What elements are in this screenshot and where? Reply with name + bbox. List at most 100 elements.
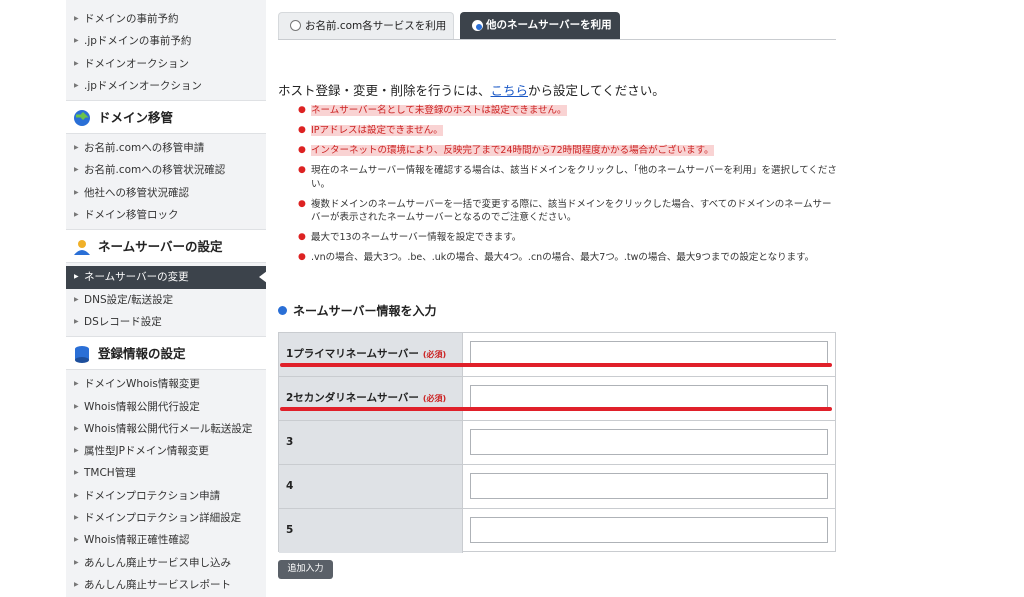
tab-onamae-services[interactable]: お名前.com各サービスを利用 — [278, 12, 454, 39]
sidebar-item-label: あんしん廃止サービス申し込み — [84, 556, 231, 569]
sidebar-item-label: ドメインプロテクション申請 — [84, 489, 221, 502]
bullet-dot-icon: ● — [298, 165, 306, 175]
sidebar-item-label: 他社への移管状況確認 — [84, 186, 189, 199]
row-label: 5 — [279, 509, 463, 553]
sidebar-item-whois-change[interactable]: ▶ ドメインWhois情報変更 — [66, 373, 266, 395]
host-settings-link[interactable]: こちら — [491, 83, 529, 98]
sidebar-item-ds-record[interactable]: ▶ DSレコード設定 — [66, 311, 266, 333]
bullet-icon: ▶ — [74, 295, 79, 303]
sidebar-item-tmch[interactable]: ▶ TMCH管理 — [66, 462, 266, 484]
bullet-dot-icon: ● — [298, 125, 306, 135]
bullet-icon: ▶ — [74, 188, 79, 196]
row-label: 3 — [279, 421, 463, 464]
sidebar-item-whois-mail-forward[interactable]: ▶ Whois情報公開代行メール転送設定 — [66, 418, 266, 440]
row-label: 1プライマリネームサーバー (必須) — [279, 333, 463, 376]
form-section-title: ネームサーバー情報を入力 — [278, 302, 437, 319]
section-title: 登録情報の設定 — [98, 346, 186, 362]
tab-label: お名前.com各サービスを利用 — [305, 20, 447, 32]
sidebar-item-transfer-lock[interactable]: ▶ ドメイン移管ロック — [66, 204, 266, 226]
note-item: ● .vnの場合、最大3つ。.be、.ukの場合、最大4つ。.cnの場合、最大7つ… — [298, 252, 815, 263]
sidebar-item-label: ドメインの事前予約 — [84, 13, 179, 25]
nameserver-3-input[interactable] — [470, 429, 828, 455]
sidebar-item-nameserver-change[interactable]: ▶ ネームサーバーの変更 — [66, 266, 266, 289]
note-item: ● インターネットの環境により、反映完了まで24時間から72時間程度かかる場合がご… — [298, 145, 714, 156]
sidebar-item-anshin-report[interactable]: ▶ あんしん廃止サービスレポート — [66, 574, 266, 596]
notes-list: ● ネームサーバー名として未登録のホストは設定できません。 ● IPアドレスは設定で… — [298, 104, 838, 271]
sidebar-item-label: .jpドメインの事前予約 — [84, 35, 192, 48]
sidebar-item-protection-detail[interactable]: ▶ ドメインプロテクション詳細設定 — [66, 507, 266, 529]
globe-arrow-icon — [74, 110, 90, 127]
sidebar-item-label: お名前.comへの移管申請 — [84, 142, 205, 155]
required-badge: (必須) — [422, 350, 447, 359]
table-row: 5 — [279, 509, 835, 553]
form-title-text: ネームサーバー情報を入力 — [293, 304, 437, 318]
sidebar-item-label: TMCH管理 — [84, 467, 136, 480]
bullet-icon: ▶ — [74, 144, 79, 152]
sidebar-item-label: 属性型JPドメイン情報変更 — [84, 445, 209, 458]
sidebar-item-jp-auction[interactable]: ▶ .jpドメインオークション — [66, 75, 266, 97]
sidebar-item-label: ドメインプロテクション詳細設定 — [84, 512, 242, 525]
bullet-icon: ▶ — [74, 402, 79, 410]
intro-text: ホスト登録・変更・削除を行うには、こちらから設定してください。 — [278, 80, 665, 99]
tab-label: 他のネームサーバーを利用 — [486, 19, 612, 31]
section-head-nameserver: ネームサーバーの設定 — [66, 229, 266, 264]
table-row: 1プライマリネームサーバー (必須) — [279, 333, 835, 377]
blue-dot-icon — [278, 306, 287, 315]
note-item: ● 最大で13のネームサーバー情報を設定できます。 — [298, 232, 522, 243]
bullet-icon: ▶ — [74, 469, 79, 477]
nameserver-5-input[interactable] — [470, 517, 828, 543]
note-item: ● IPアドレスは設定できません。 — [298, 125, 443, 136]
sidebar-item-other-transfer-status[interactable]: ▶ 他社への移管状況確認 — [66, 182, 266, 204]
row-label: 4 — [279, 465, 463, 508]
radio-checked-icon[interactable] — [472, 20, 483, 31]
sidebar-item-jp-info-change[interactable]: ▶ 属性型JPドメイン情報変更 — [66, 440, 266, 462]
sidebar-item-label: .jpドメインオークション — [84, 79, 202, 92]
sidebar-item-label: Whois情報正確性確認 — [84, 534, 190, 547]
sidebar-item-domain-auction[interactable]: ▶ ドメインオークション — [66, 53, 266, 75]
note-item: ● 複数ドメインのネームサーバーを一括で変更する際に、該当ドメインをクリックした場… — [298, 198, 832, 224]
intro-after: から設定してください。 — [528, 83, 665, 98]
bullet-icon: ▶ — [74, 81, 79, 89]
sidebar-item-label: ネームサーバーの変更 — [84, 271, 189, 284]
sidebar-top-spacer — [66, 0, 266, 8]
sidebar-item-whois-accuracy[interactable]: ▶ Whois情報正確性確認 — [66, 529, 266, 551]
sidebar-item-label: ドメインWhois情報変更 — [84, 378, 200, 391]
database-icon — [75, 346, 89, 364]
sidebar-item-transfer-apply[interactable]: ▶ お名前.comへの移管申請 — [66, 137, 266, 159]
sidebar-item-jp-preorder[interactable]: ▶ .jpドメインの事前予約 — [66, 30, 266, 52]
nameserver-tabs: お名前.com各サービスを利用 他のネームサーバーを利用 — [278, 12, 836, 40]
tab-other-nameserver[interactable]: 他のネームサーバーを利用 — [460, 12, 620, 39]
bullet-icon: ▶ — [74, 59, 79, 67]
sidebar-item-transfer-status[interactable]: ▶ お名前.comへの移管状況確認 — [66, 159, 266, 181]
bullet-icon: ▶ — [74, 15, 79, 22]
bullet-icon: ▶ — [74, 514, 79, 522]
sidebar-item-label: Whois情報公開代行設定 — [84, 400, 200, 413]
bullet-icon: ▶ — [74, 580, 79, 588]
sidebar-item-label: お名前.comへの移管状況確認 — [84, 164, 226, 177]
table-row: 3 — [279, 421, 835, 465]
bullet-icon: ▶ — [74, 380, 79, 388]
sidebar: ▶ ドメインの事前予約 ▶ .jpドメインの事前予約 ▶ ドメインオークション ▶ .j… — [66, 0, 266, 597]
sidebar-item-whois-proxy[interactable]: ▶ Whois情報公開代行設定 — [66, 396, 266, 418]
radio-unchecked-icon[interactable] — [290, 20, 301, 31]
bullet-icon: ▶ — [74, 424, 79, 432]
add-input-button[interactable]: 追加入力 — [278, 560, 333, 579]
sidebar-item-label: あんしん廃止サービスレポート — [84, 578, 231, 591]
section-title: ドメイン移管 — [98, 110, 174, 126]
bullet-dot-icon: ● — [298, 105, 306, 115]
section-head-transfer: ドメイン移管 — [66, 100, 266, 135]
bullet-dot-icon: ● — [298, 198, 306, 209]
sidebar-item-domain-preorder[interactable]: ▶ ドメインの事前予約 — [66, 8, 266, 30]
server-user-icon — [74, 240, 90, 256]
sidebar-item-dns-settings[interactable]: ▶ DNS設定/転送設定 — [66, 289, 266, 311]
sidebar-item-anshin-apply[interactable]: ▶ あんしん廃止サービス申し込み — [66, 552, 266, 574]
note-item: ● ネームサーバー名として未登録のホストは設定できません。 — [298, 105, 567, 116]
required-badge: (必須) — [422, 394, 447, 403]
row-label: 2セカンダリネームサーバー (必須) — [279, 377, 463, 420]
section-title: ネームサーバーの設定 — [98, 239, 223, 255]
bullet-icon: ▶ — [74, 37, 79, 45]
nameserver-4-input[interactable] — [470, 473, 828, 499]
sidebar-item-protection-apply[interactable]: ▶ ドメインプロテクション申請 — [66, 485, 266, 507]
section-head-registration: 登録情報の設定 — [66, 336, 266, 371]
annotation-underline-primary — [280, 363, 832, 367]
